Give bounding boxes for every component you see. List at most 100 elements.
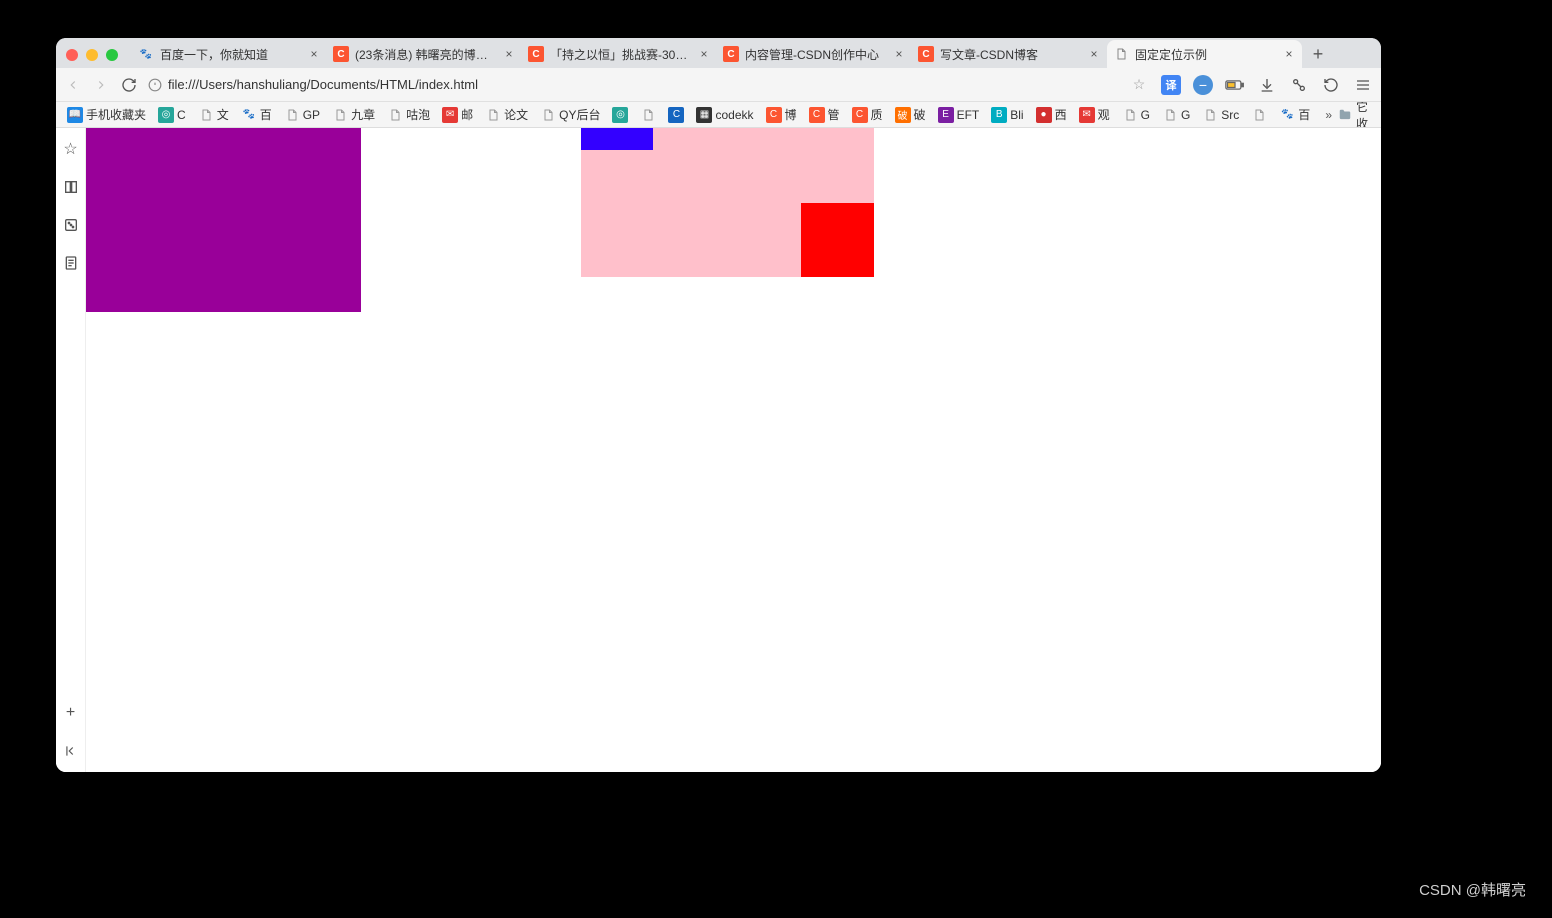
bookmark-item[interactable]: 🐾百: [1276, 106, 1313, 123]
tab-close-button[interactable]: ×: [307, 47, 321, 61]
browser-tab[interactable]: C(23条消息) 韩曙亮的博客_C×: [327, 40, 522, 68]
tab-close-button[interactable]: ×: [1282, 47, 1296, 61]
new-tab-button[interactable]: +: [1304, 40, 1332, 68]
bookmark-overflow[interactable]: »: [1325, 108, 1332, 122]
other-bookmarks-folder[interactable]: 其它收藏: [1338, 102, 1373, 128]
tab-label: 写文章-CSDN博客: [940, 46, 1081, 63]
bookmark-label: 百: [1298, 106, 1310, 123]
toolbar-right: ☆ 译 −: [1129, 75, 1373, 95]
bookmark-item[interactable]: ◎C: [155, 107, 189, 123]
bookmark-label: 质: [871, 106, 883, 123]
bookmark-label: 文: [217, 106, 229, 123]
browser-tab[interactable]: 固定定位示例×: [1107, 40, 1302, 68]
bookmark-favicon-icon: B: [991, 107, 1007, 123]
bookmark-item[interactable]: [637, 107, 659, 123]
page-bookmark-icon: [540, 107, 556, 123]
bookmark-item[interactable]: ✉邮: [439, 106, 476, 123]
address-bar: file:///Users/hanshuliang/Documents/HTML…: [56, 68, 1381, 102]
screenshot-icon[interactable]: [1289, 75, 1309, 95]
page-bookmark-icon: [198, 107, 214, 123]
bookmark-item[interactable]: 九章: [329, 106, 378, 123]
window-controls: [66, 49, 118, 61]
bookmark-item[interactable]: ✉观: [1076, 106, 1113, 123]
bookmark-item[interactable]: [1248, 107, 1270, 123]
bookmark-item[interactable]: 文: [195, 106, 232, 123]
back-button[interactable]: [64, 76, 82, 94]
bookmark-item[interactable]: GP: [281, 107, 323, 123]
bookmark-favicon-icon: C: [852, 107, 868, 123]
url-field[interactable]: file:///Users/hanshuliang/Documents/HTML…: [148, 77, 1119, 92]
bookmark-item[interactable]: C博: [763, 106, 800, 123]
baidu-favicon-icon: 🐾: [138, 46, 154, 62]
notes-icon[interactable]: [62, 254, 80, 272]
page-bookmark-icon: [1162, 107, 1178, 123]
csdn-favicon-icon: C: [333, 46, 349, 62]
tab-close-button[interactable]: ×: [697, 47, 711, 61]
forward-button[interactable]: [92, 76, 110, 94]
bookmark-item[interactable]: C管: [806, 106, 843, 123]
bookmark-favicon-icon: ▦: [696, 107, 712, 123]
add-panel-icon[interactable]: +: [62, 704, 80, 722]
csdn-favicon-icon: C: [723, 46, 739, 62]
tab-close-button[interactable]: ×: [502, 47, 516, 61]
bookmark-item[interactable]: ◎: [609, 107, 631, 123]
page-favicon-icon: [1113, 46, 1129, 62]
bookmark-label: 论文: [504, 106, 528, 123]
bookmark-item[interactable]: G: [1159, 107, 1193, 123]
reading-list-icon[interactable]: [62, 178, 80, 196]
close-window-button[interactable]: [66, 49, 78, 61]
browser-tab[interactable]: 🐾 百度一下，你就知道 ×: [132, 40, 327, 68]
undo-close-icon[interactable]: [1321, 75, 1341, 95]
bookmark-favicon-icon: ✉: [442, 107, 458, 123]
bookmark-item[interactable]: 论文: [482, 106, 531, 123]
download-icon[interactable]: [1257, 75, 1277, 95]
minimize-window-button[interactable]: [86, 49, 98, 61]
collapse-panel-icon[interactable]: [62, 742, 80, 760]
maximize-window-button[interactable]: [106, 49, 118, 61]
content-area: ☆ +: [56, 128, 1381, 772]
bookmark-item[interactable]: QY后台: [537, 106, 603, 123]
bookmark-item[interactable]: ●西: [1033, 106, 1070, 123]
browser-tab[interactable]: C内容管理-CSDN创作中心×: [717, 40, 912, 68]
battery-icon[interactable]: [1225, 75, 1245, 95]
bookmark-item[interactable]: 📖手机收藏夹: [64, 106, 149, 123]
reload-button[interactable]: [120, 76, 138, 94]
bookmark-favicon-icon: ●: [1036, 107, 1052, 123]
tab-close-button[interactable]: ×: [1087, 47, 1101, 61]
favorites-icon[interactable]: ☆: [62, 140, 80, 158]
bookmark-favicon-icon: C: [809, 107, 825, 123]
bookmark-favicon-icon: 📖: [67, 107, 83, 123]
bookmark-item[interactable]: 咕泡: [384, 106, 433, 123]
history-icon[interactable]: [62, 216, 80, 234]
tab-close-button[interactable]: ×: [892, 47, 906, 61]
browser-tab[interactable]: C「持之以恒」挑战赛-30天挑×: [522, 40, 717, 68]
page-viewport: [86, 128, 1381, 772]
bookmark-item[interactable]: ▦codekk: [693, 107, 756, 123]
bookmark-item[interactable]: G: [1119, 107, 1153, 123]
bookmark-label: 邮: [461, 106, 473, 123]
translate-button[interactable]: 译: [1161, 75, 1181, 95]
bookmark-item[interactable]: 破破: [892, 106, 929, 123]
bookmark-label: codekk: [715, 108, 753, 122]
bookmark-label: C: [177, 108, 186, 122]
bookmark-star-icon[interactable]: ☆: [1129, 75, 1149, 95]
bookmark-item[interactable]: EEFT: [935, 107, 983, 123]
bookmark-item[interactable]: C: [665, 107, 687, 123]
bookmark-favicon-icon: C: [668, 107, 684, 123]
bookmark-item[interactable]: BBli: [988, 107, 1026, 123]
page-bookmark-icon: [284, 107, 300, 123]
bookmark-label: EFT: [957, 108, 980, 122]
bookmark-item[interactable]: 🐾百: [238, 106, 275, 123]
bookmark-item[interactable]: Src: [1199, 107, 1242, 123]
csdn-favicon-icon: C: [528, 46, 544, 62]
zoom-indicator-icon[interactable]: −: [1193, 75, 1213, 95]
tab-label: 百度一下，你就知道: [160, 46, 301, 63]
browser-tab[interactable]: C写文章-CSDN博客×: [912, 40, 1107, 68]
bookmark-label: 百: [260, 106, 272, 123]
bookmark-favicon-icon: 🐾: [241, 107, 257, 123]
menu-button[interactable]: [1353, 75, 1373, 95]
bookmark-label: Bli: [1010, 108, 1023, 122]
bookmark-favicon-icon: E: [938, 107, 954, 123]
bookmark-item[interactable]: C质: [849, 106, 886, 123]
page-bookmark-icon: [1202, 107, 1218, 123]
